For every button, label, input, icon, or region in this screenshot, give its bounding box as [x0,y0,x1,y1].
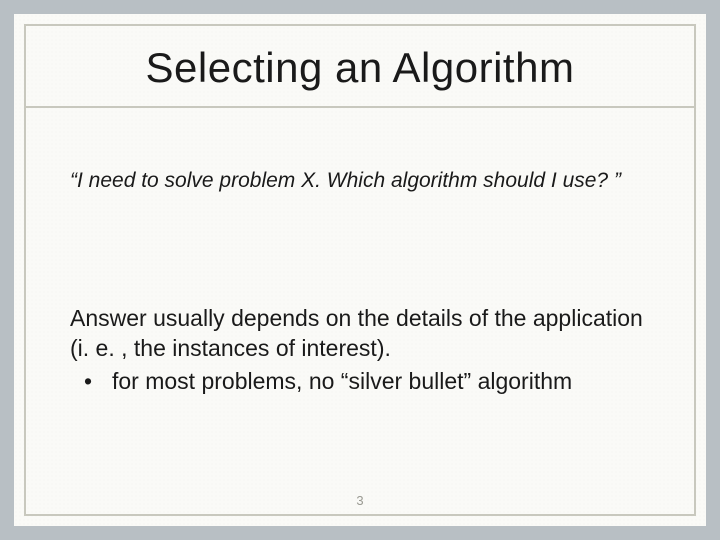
bullet-item: • for most problems, no “silver bullet” … [70,367,650,396]
bullet-marker: • [84,367,112,396]
slide-content: “I need to solve problem X. Which algori… [26,108,694,397]
quote-text: “I need to solve problem X. Which algori… [70,168,650,194]
slide-inner-border: Selecting an Algorithm “I need to solve … [24,24,696,516]
answer-text: Answer usually depends on the details of… [70,304,650,363]
slide-title: Selecting an Algorithm [26,26,694,106]
page-number: 3 [26,493,694,508]
bullet-text: for most problems, no “silver bullet” al… [112,367,650,396]
slide-surface: Selecting an Algorithm “I need to solve … [14,14,706,526]
